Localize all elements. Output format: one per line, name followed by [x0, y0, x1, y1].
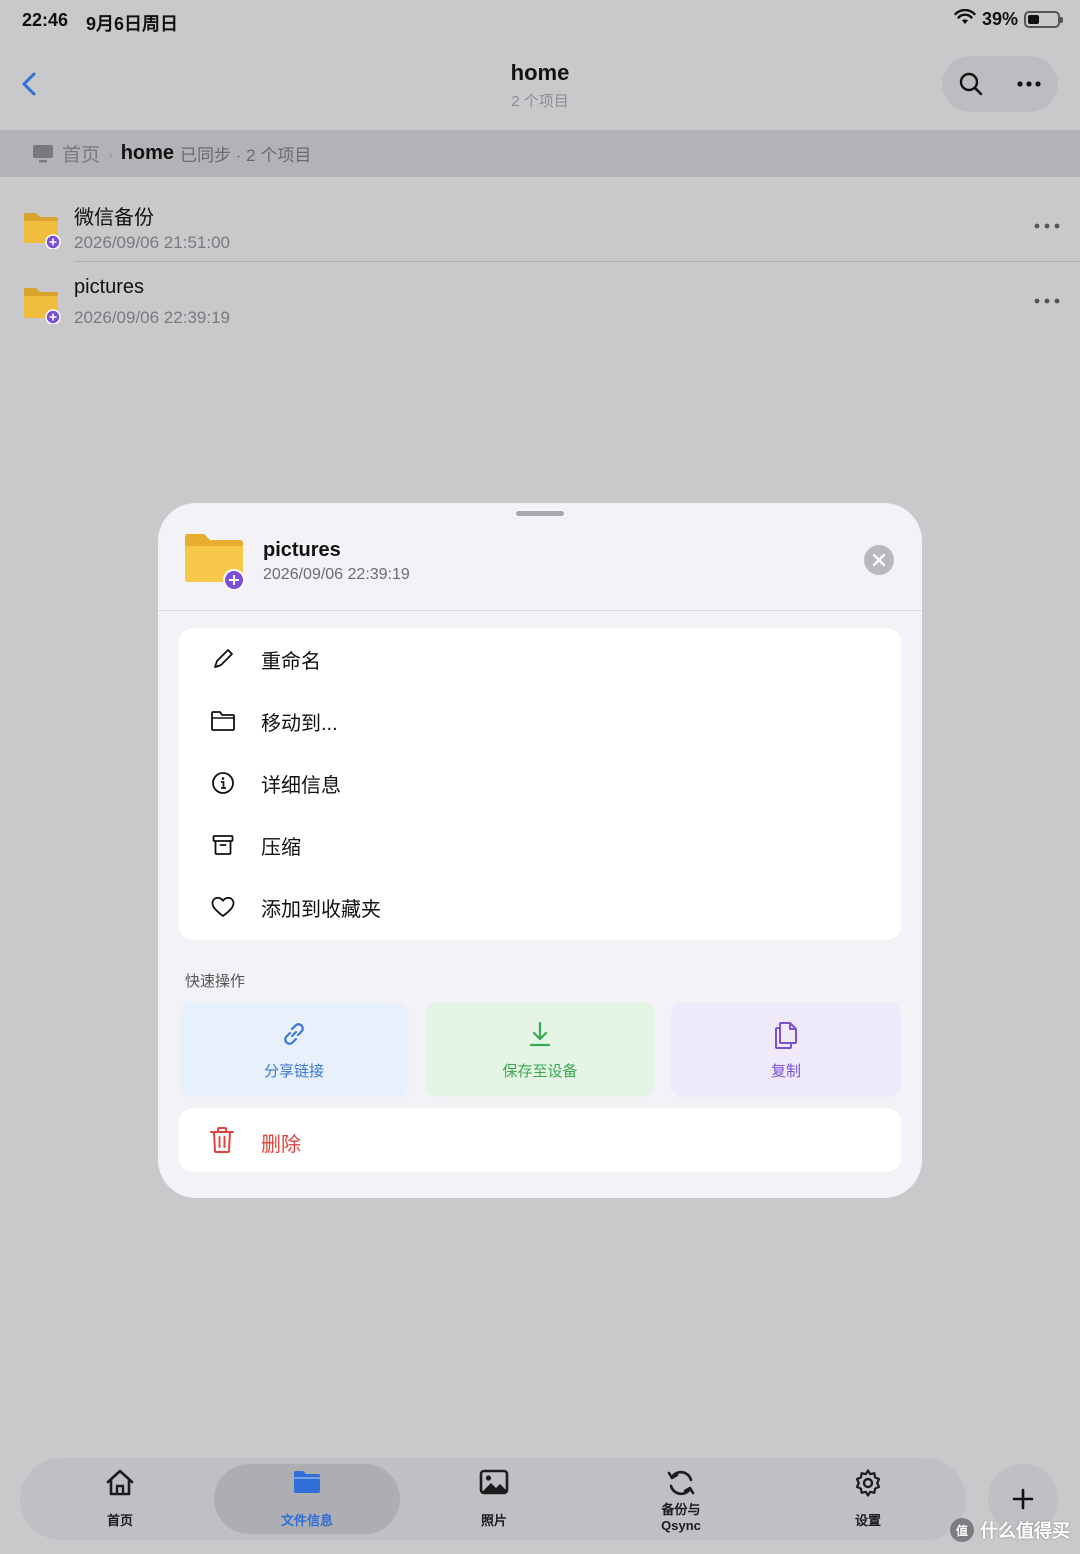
breadcrumb-root[interactable]: 首页	[62, 140, 100, 167]
status-indicators: 39%	[954, 8, 1063, 30]
folder-icon	[209, 707, 237, 735]
copy-icon	[671, 1020, 901, 1052]
info-icon	[209, 769, 237, 797]
tab-label: 设置	[854, 1513, 881, 1528]
tab-home[interactable]: 首页	[40, 1458, 200, 1540]
heart-icon	[209, 893, 237, 921]
tab-files[interactable]: 文件信息	[214, 1464, 400, 1534]
folder-icon	[22, 284, 62, 325]
close-button[interactable]	[864, 545, 894, 575]
menu-item-label: 详细信息	[261, 774, 341, 797]
quick-action-label: 保存至设备	[502, 1063, 578, 1080]
file-name: 微信备份	[74, 207, 154, 229]
page-title: home	[510, 60, 570, 85]
sheet-file-date: 2026/09/06 22:39:19	[263, 566, 410, 583]
battery-icon	[1024, 11, 1063, 28]
tab-settings[interactable]: 设置	[788, 1458, 948, 1540]
menu-item-label: 压缩	[261, 836, 301, 859]
folder-icon	[184, 531, 246, 591]
more-icon[interactable]	[1032, 286, 1062, 316]
menu-item-favorite[interactable]: 添加到收藏夹	[179, 876, 901, 938]
watermark: 值 什么值得买	[950, 1517, 1070, 1543]
list-item[interactable]: pictures 2026/09/06 22:39:19	[0, 262, 1080, 337]
tab-label: 备份与 Qsync	[661, 1502, 701, 1533]
folder-icon	[22, 209, 62, 250]
more-icon[interactable]	[1032, 211, 1062, 241]
menu-item-label: 添加到收藏夹	[261, 898, 381, 921]
search-button[interactable]	[951, 64, 991, 104]
tab-photos[interactable]: 照片	[414, 1458, 574, 1540]
save-to-device-button[interactable]: 保存至设备	[425, 1002, 655, 1097]
wifi-icon	[954, 8, 976, 30]
plus-icon	[1012, 1488, 1034, 1510]
more-button[interactable]	[1009, 64, 1049, 104]
more-icon	[1017, 81, 1041, 87]
tab-label: 照片	[480, 1513, 507, 1528]
menu-item-details[interactable]: 详细信息	[179, 752, 901, 814]
folder-icon	[214, 1468, 400, 1498]
file-date: 2026/09/06 22:39:19	[74, 308, 230, 327]
delete-button[interactable]: 删除	[179, 1108, 901, 1172]
sheet-header: pictures 2026/09/06 22:39:19	[158, 503, 922, 611]
close-icon	[872, 553, 886, 567]
file-date: 2026/09/06 21:51:00	[74, 233, 230, 252]
menu-item-label: 移动到...	[261, 712, 338, 735]
link-icon	[179, 1020, 409, 1052]
trash-icon	[209, 1126, 237, 1154]
photo-icon	[414, 1468, 574, 1498]
menu-item-label: 重命名	[261, 650, 321, 673]
monitor-icon	[33, 144, 53, 162]
tab-label: 文件信息	[280, 1513, 333, 1528]
breadcrumb-separator-icon: ›	[108, 145, 113, 162]
share-link-button[interactable]: 分享链接	[179, 1002, 409, 1097]
breadcrumb: 首页 › home 已同步 · 2 个项目	[0, 130, 1080, 177]
file-name: pictures	[74, 276, 145, 298]
breadcrumb-meta: 已同步 · 2 个项目	[180, 146, 312, 165]
quick-actions-title: 快速操作	[185, 973, 246, 990]
breadcrumb-current: home	[120, 142, 175, 164]
watermark-badge: 值	[950, 1518, 974, 1542]
search-icon	[959, 72, 983, 96]
page-subtitle: 2 个项目	[511, 93, 569, 110]
tab-label: 首页	[106, 1513, 133, 1528]
menu-item-move[interactable]: 移动到...	[179, 690, 901, 752]
tab-backup-qsync[interactable]: 备份与 Qsync	[601, 1458, 761, 1540]
watermark-text: 什么值得买	[980, 1521, 1070, 1541]
battery-level	[1028, 15, 1039, 24]
archive-icon	[209, 831, 237, 859]
home-icon	[40, 1468, 200, 1498]
pencil-icon	[209, 645, 237, 673]
copy-button[interactable]: 复制	[671, 1002, 901, 1097]
gear-icon	[788, 1468, 948, 1498]
delete-label: 删除	[261, 1134, 301, 1156]
tab-bar: 首页 文件信息 照片 备份与 Qsync 设置	[20, 1458, 966, 1540]
download-icon	[425, 1020, 655, 1052]
menu-item-compress[interactable]: 压缩	[179, 814, 901, 876]
status-bar: 22:46 9月6日周日 39%	[0, 0, 1080, 44]
quick-action-label: 复制	[770, 1063, 801, 1080]
sync-icon	[601, 1468, 761, 1498]
quick-action-label: 分享链接	[263, 1063, 324, 1080]
battery-percent: 39%	[981, 9, 1018, 29]
action-sheet: pictures 2026/09/06 22:39:19 重命名 移动到... …	[158, 503, 922, 1198]
nav-actions	[942, 56, 1058, 112]
list-item[interactable]: 微信备份 2026/09/06 21:51:00	[0, 187, 1080, 262]
sheet-file-name: pictures	[263, 539, 341, 561]
status-date: 9月6日周日	[86, 14, 179, 34]
menu-card: 重命名 移动到... 详细信息 压缩 添加到收藏夹	[179, 628, 901, 940]
menu-item-rename[interactable]: 重命名	[179, 628, 901, 690]
status-time: 22:46	[22, 10, 69, 30]
